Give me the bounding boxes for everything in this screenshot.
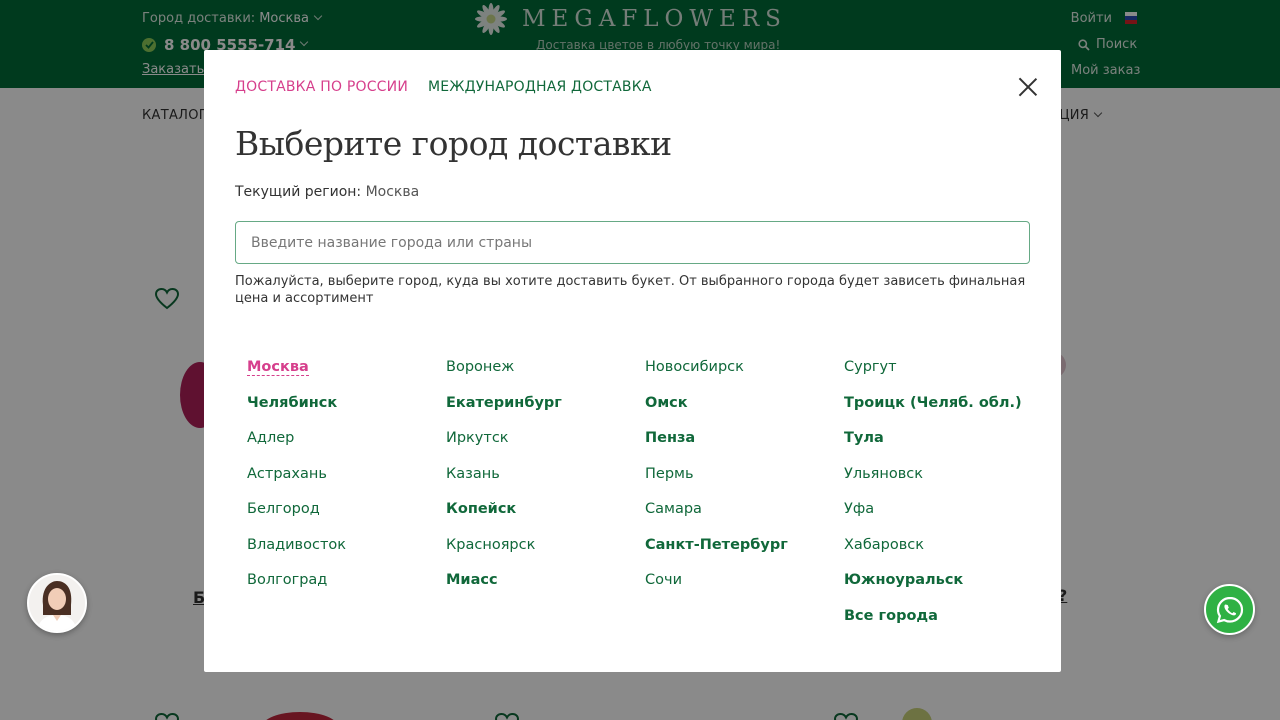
city-link[interactable]: Белгород [247, 498, 446, 534]
city-link[interactable]: Ульяновск [844, 463, 1043, 499]
city-link[interactable]: Копейск [446, 498, 645, 534]
city-link-label: Сочи [645, 572, 682, 588]
city-link-label: Воронеж [446, 359, 515, 375]
whatsapp-icon [1216, 596, 1243, 623]
city-column: Москва Челябинск Адлер Астрахань Белгород Вла… [247, 356, 446, 640]
city-link-label: Волгоград [247, 572, 328, 588]
city-link[interactable]: Миасс [446, 569, 645, 605]
city-link[interactable]: Сургут [844, 356, 1043, 392]
city-list: Москва Челябинск Адлер Астрахань Белгород Вла… [247, 356, 1043, 640]
consultant-photo [29, 575, 85, 631]
city-link[interactable]: Троицк (Челяб. обл.) [844, 392, 1043, 428]
city-column: Новосибирск Омск Пенза Пермь Самара Санкт-Пет… [645, 356, 844, 640]
modal-title: Выберите город доставки [235, 124, 672, 163]
city-link-label: Троицк (Челяб. обл.) [844, 394, 1022, 411]
city-link[interactable]: Сочи [645, 569, 844, 605]
tab-international-delivery[interactable]: МЕЖДУНАРОДНАЯ ДОСТАВКА [428, 79, 652, 95]
city-link-label: Уфа [844, 501, 875, 517]
city-link-label: Сургут [844, 359, 897, 375]
city-link[interactable]: Тула [844, 427, 1043, 463]
city-link[interactable]: Иркутск [446, 427, 645, 463]
city-link-label: Красноярск [446, 536, 536, 553]
city-link-label: Новосибирск [645, 359, 744, 375]
city-link-label: Иркутск [446, 430, 509, 446]
city-link-label: Самара [645, 501, 702, 517]
city-column: Воронеж Екатеринбург Иркутск Казань Копейск К… [446, 356, 645, 640]
city-link-label: Миасс [446, 572, 498, 588]
city-link[interactable]: Пермь [645, 463, 844, 499]
city-link-label: Москва [247, 359, 309, 376]
city-link[interactable]: Южноуральск [844, 569, 1043, 605]
city-link-label: Санкт-Петербург [645, 536, 788, 553]
consultant-avatar[interactable] [27, 573, 87, 633]
current-region-value: Москва [365, 184, 420, 200]
close-icon[interactable] [1018, 77, 1038, 97]
city-search-field[interactable] [235, 221, 1030, 264]
current-region-label: Текущий регион: [235, 184, 362, 200]
city-link-label: Хабаровск [844, 536, 924, 553]
city-link-label: Все города [844, 607, 938, 624]
city-link[interactable]: Воронеж [446, 356, 645, 392]
city-link-label: Ульяновск [844, 465, 923, 482]
city-link[interactable]: Москва [247, 356, 446, 392]
city-link[interactable]: Омск [645, 392, 844, 428]
city-link[interactable]: Челябинск [247, 392, 446, 428]
city-search-input[interactable] [236, 222, 1029, 263]
city-link[interactable]: Владивосток [247, 534, 446, 570]
city-link-label: Пенза [645, 430, 696, 446]
city-link[interactable]: Казань [446, 463, 645, 499]
city-select-modal: ДОСТАВКА ПО РОССИИ МЕЖДУНАРОДНАЯ ДОСТАВК… [204, 50, 1061, 672]
city-link-label: Южноуральск [844, 572, 964, 588]
city-link[interactable]: Адлер [247, 427, 446, 463]
city-link[interactable]: Пенза [645, 427, 844, 463]
city-link-label: Астрахань [247, 465, 327, 482]
city-link-label: Екатеринбург [446, 394, 562, 411]
city-link-label: Тула [844, 430, 884, 446]
city-link[interactable]: Уфа [844, 498, 1043, 534]
city-link-label: Адлер [247, 430, 295, 446]
city-link[interactable]: Санкт-Петербург [645, 534, 844, 570]
city-link[interactable]: Хабаровск [844, 534, 1043, 570]
current-region: Текущий регион: Москва [235, 184, 419, 200]
city-link[interactable]: Волгоград [247, 569, 446, 605]
city-link-label: Белгород [247, 501, 320, 517]
city-hint-text: Пожалуйста, выберите город, куда вы хоти… [235, 274, 1026, 306]
all-cities-link[interactable]: Все города [844, 605, 1043, 641]
whatsapp-chat-button[interactable] [1204, 584, 1255, 635]
city-link-label: Челябинск [247, 394, 338, 411]
city-link-label: Владивосток [247, 536, 347, 553]
tab-russia-delivery[interactable]: ДОСТАВКА ПО РОССИИ [235, 79, 408, 95]
city-link[interactable]: Астрахань [247, 463, 446, 499]
city-link[interactable]: Красноярск [446, 534, 645, 570]
city-column: Сургут Троицк (Челяб. обл.) Тула Ульяновск У… [844, 356, 1043, 640]
city-link[interactable]: Екатеринбург [446, 392, 645, 428]
city-link-label: Копейск [446, 501, 517, 517]
city-link-label: Казань [446, 465, 500, 482]
delivery-tabs: ДОСТАВКА ПО РОССИИ МЕЖДУНАРОДНАЯ ДОСТАВК… [235, 79, 652, 95]
city-link-label: Пермь [645, 465, 694, 482]
city-link[interactable]: Самара [645, 498, 844, 534]
city-link[interactable]: Новосибирск [645, 356, 844, 392]
city-link-label: Омск [645, 394, 688, 411]
